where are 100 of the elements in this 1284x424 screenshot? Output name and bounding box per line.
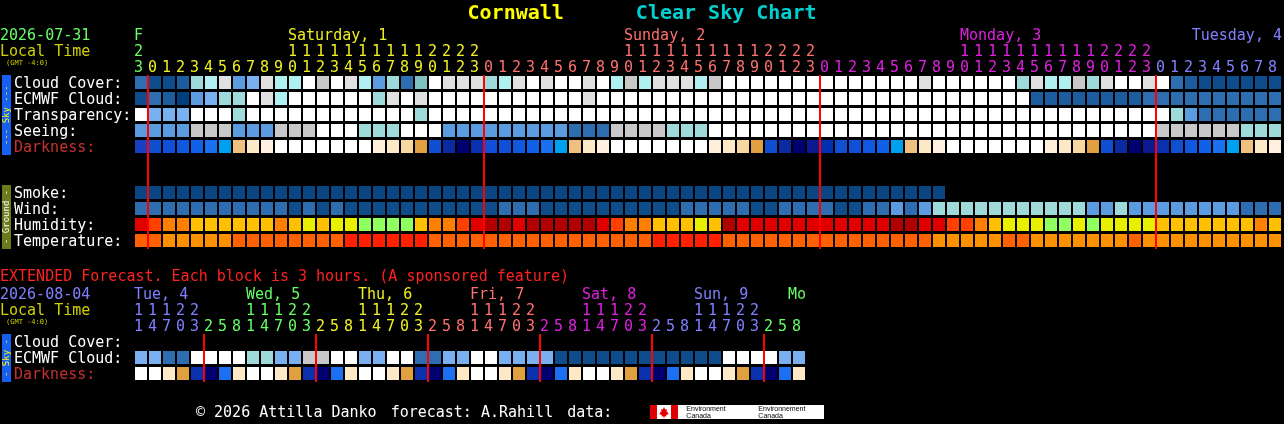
hour-label: 6 xyxy=(1240,59,1251,75)
hour-label: 14 xyxy=(596,302,607,334)
hour-label: 17 xyxy=(274,302,285,334)
hour-label: 2 xyxy=(316,318,327,334)
maple-leaf-flag-icon xyxy=(650,405,679,419)
hour-label: 16 xyxy=(1044,43,1055,75)
data-credit-label: data: xyxy=(567,404,613,420)
hour-label: 5 xyxy=(554,59,565,75)
hour-label: 2 xyxy=(848,59,859,75)
local-time-label: Local Time xyxy=(0,43,92,59)
hour-label: 1 xyxy=(834,59,845,75)
hour-label: 8 xyxy=(232,318,243,334)
hour-label: 5 xyxy=(330,318,341,334)
hour-label: 13 xyxy=(1002,43,1012,75)
day-label: Tuesday, 4 xyxy=(1191,27,1282,43)
hour-label: 6 xyxy=(232,59,243,75)
hour-label: 2 xyxy=(204,318,215,334)
day-label: Sat, 8 xyxy=(582,286,638,302)
hour-label: 5 xyxy=(218,59,229,75)
row-label: Temperature: xyxy=(13,233,124,249)
hour-label: 0 xyxy=(484,59,495,75)
hour-label: 11 xyxy=(582,302,593,334)
row-label: Darkness: xyxy=(13,366,97,382)
hour-label: 10 xyxy=(960,43,970,75)
forecast-date: 2026-08-04 xyxy=(0,286,92,302)
hour-label: 12 xyxy=(652,43,662,75)
hour-label: 23 xyxy=(470,43,481,75)
hour-label: 5 xyxy=(778,318,789,334)
hour-label: 23 xyxy=(750,302,761,334)
hour-label: 15 xyxy=(358,43,369,75)
hour-label: 14 xyxy=(708,302,719,334)
hour-label: 16 xyxy=(372,43,383,75)
row-label: ECMWF Cloud: xyxy=(13,350,124,366)
hour-label: 5 xyxy=(666,318,677,334)
hour-label: 8 xyxy=(680,318,691,334)
hour-label: 3 xyxy=(862,59,873,75)
hour-label: 20 xyxy=(1100,43,1111,75)
hour-label: 6 xyxy=(904,59,915,75)
hour-label: 1 xyxy=(162,59,173,75)
hour-label: 9 xyxy=(946,59,957,75)
hour-label: 23 xyxy=(302,302,313,334)
hour-label: 18 xyxy=(736,43,747,75)
hour-label: 17 xyxy=(162,302,173,334)
row-label: ECMWF Cloud: xyxy=(13,91,124,107)
row-label: Humidity: xyxy=(13,217,96,233)
hour-label: 23 xyxy=(190,302,201,334)
day-label: F xyxy=(134,27,145,43)
hour-label: 23 xyxy=(414,302,425,334)
hour-label: 5 xyxy=(442,318,453,334)
hour-label: 19 xyxy=(414,43,425,75)
row-label: Darkness: xyxy=(13,139,97,155)
hour-label: 21 xyxy=(778,43,789,75)
day-label: Monday, 3 xyxy=(960,27,1043,43)
hour-label: 18 xyxy=(400,43,411,75)
hour-label: 2 xyxy=(428,318,439,334)
hour-label: 11 xyxy=(302,43,312,75)
hour-label: 15 xyxy=(1030,43,1041,75)
day-label: Mo xyxy=(787,286,806,302)
day-label: Sun, 9 xyxy=(694,286,750,302)
hour-label: 17 xyxy=(386,43,397,75)
hour-label: 7 xyxy=(582,59,593,75)
hour-label: 21 xyxy=(1114,43,1125,75)
day-label: Sunday, 2 xyxy=(624,27,707,43)
day-label: Fri, 7 xyxy=(470,286,526,302)
hour-label: 14 xyxy=(372,302,383,334)
hour-label: 13 xyxy=(330,43,340,75)
hour-label: 9 xyxy=(274,59,285,75)
hour-label: 4 xyxy=(540,59,551,75)
hour-label: 11 xyxy=(694,302,705,334)
hour-label: 1 xyxy=(498,59,509,75)
hour-label: 14 xyxy=(260,302,271,334)
hour-label: 14 xyxy=(484,302,495,334)
hour-label: 2 xyxy=(1184,59,1195,75)
hour-label: 2 xyxy=(176,59,187,75)
hour-label: 8 xyxy=(344,318,355,334)
hour-label: 23 xyxy=(638,302,649,334)
hour-label: 5 xyxy=(554,318,565,334)
hour-label: 12 xyxy=(316,43,326,75)
hour-label: 19 xyxy=(1086,43,1097,75)
hour-label: 5 xyxy=(1226,59,1237,75)
hour-label: 11 xyxy=(470,302,481,334)
hour-label: 20 xyxy=(736,302,747,334)
hour-label: 7 xyxy=(246,59,257,75)
hour-label: 23 xyxy=(134,43,145,75)
row-label: Transparency: xyxy=(13,107,133,123)
hour-label: 2 xyxy=(540,318,551,334)
hour-label: 17 xyxy=(722,43,733,75)
hour-label: 5 xyxy=(890,59,901,75)
hour-label: 0 xyxy=(148,59,159,75)
row-label: Seeing: xyxy=(13,123,78,139)
hour-label: 23 xyxy=(526,302,537,334)
hour-label: 3 xyxy=(1198,59,1209,75)
hour-label: 20 xyxy=(176,302,187,334)
hour-label: 11 xyxy=(358,302,369,334)
hour-label: 10 xyxy=(624,43,634,75)
hour-label: 4 xyxy=(876,59,887,75)
hour-label: 0 xyxy=(820,59,831,75)
hour-label: 3 xyxy=(190,59,201,75)
hour-label: 2 xyxy=(652,318,663,334)
hour-label: 17 xyxy=(386,302,397,334)
